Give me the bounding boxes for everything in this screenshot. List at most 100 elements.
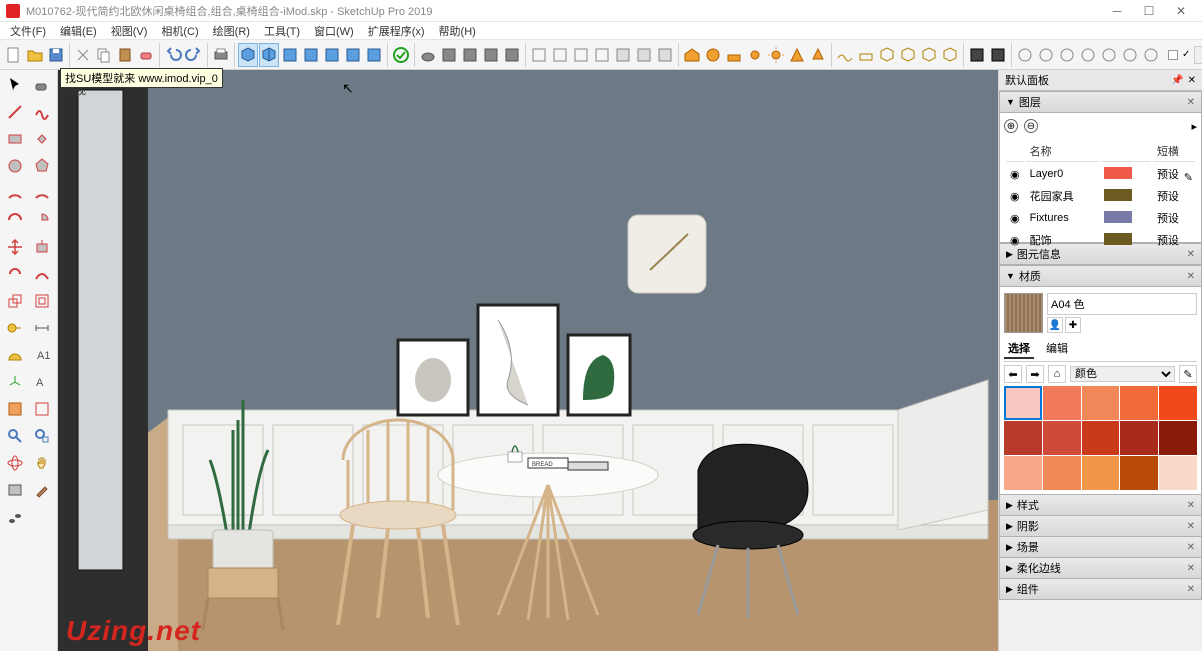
panel-styles-header[interactable]: ▶样式✕ (999, 494, 1202, 516)
swatch[interactable] (1043, 421, 1081, 455)
swatch[interactable] (1043, 386, 1081, 420)
panel-close-icon[interactable]: ✕ (1187, 271, 1195, 282)
walk-tool[interactable] (2, 504, 28, 530)
text-tool[interactable]: A1 (29, 342, 55, 368)
tool-copy[interactable] (94, 43, 114, 67)
tool-save[interactable] (46, 43, 66, 67)
freehand-tool[interactable] (29, 99, 55, 125)
cube-wire-4-icon[interactable] (940, 43, 960, 67)
warehouse-3-icon[interactable] (724, 43, 744, 67)
orbit-tool[interactable] (2, 450, 28, 476)
swatch[interactable] (1159, 386, 1197, 420)
panel-materials-header[interactable]: ▼ 材质 ✕ (999, 265, 1202, 287)
zoom-extents-tool[interactable] (29, 423, 55, 449)
maximize-button[interactable]: ☐ (1134, 2, 1164, 20)
tab-select[interactable]: 选择 (1004, 339, 1034, 359)
dimension-tool[interactable] (29, 315, 55, 341)
swatch[interactable] (1082, 421, 1120, 455)
minimize-button[interactable]: ─ (1102, 2, 1132, 20)
pan-tool[interactable] (29, 450, 55, 476)
mat-back-icon[interactable]: ⬅ (1004, 365, 1022, 383)
sun-icon[interactable] (745, 43, 765, 67)
style-back-icon[interactable] (550, 43, 570, 67)
panel-layers-header[interactable]: ▼ 图层 ✕ (999, 91, 1202, 113)
material-thumb[interactable] (1004, 293, 1043, 333)
swatch[interactable] (1082, 456, 1120, 490)
layer-row[interactable]: ◉花园家具预设 (1006, 186, 1195, 206)
axes-tool[interactable] (2, 369, 28, 395)
scale-tool[interactable] (2, 288, 28, 314)
tool-new[interactable] (4, 43, 24, 67)
material-display-icon[interactable]: 👤 (1047, 317, 1063, 333)
layer-row[interactable]: ◉配饰预设 (1006, 230, 1195, 250)
select-tool[interactable] (2, 72, 28, 98)
swatch[interactable] (1120, 456, 1158, 490)
menu-extensions[interactable]: 扩展程序(x) (362, 22, 431, 40)
menu-edit[interactable]: 编辑(E) (54, 22, 103, 40)
panel-components-header[interactable]: ▶组件✕ (999, 578, 1202, 600)
section-tool[interactable] (2, 396, 28, 422)
section2-tool[interactable] (29, 396, 55, 422)
line-tool[interactable] (2, 99, 28, 125)
view-iso-1[interactable] (238, 43, 258, 67)
mat-eyedrop-icon[interactable]: ✎ (1179, 365, 1197, 383)
style-tex-icon[interactable] (634, 43, 654, 67)
look-tool[interactable] (29, 504, 55, 530)
swatch[interactable] (1004, 421, 1042, 455)
sphere-3-icon[interactable] (1057, 43, 1077, 67)
material-category[interactable]: 颜色 (1070, 366, 1175, 382)
move-tool[interactable] (2, 234, 28, 260)
menu-draw[interactable]: 绘图(R) (207, 22, 256, 40)
sphere-5-icon[interactable] (1099, 43, 1119, 67)
sphere-7-icon[interactable] (1141, 43, 1161, 67)
view-right[interactable] (322, 43, 342, 67)
style-mono-icon[interactable] (655, 43, 675, 67)
protractor-tool[interactable] (2, 342, 28, 368)
ext-4-icon[interactable] (502, 43, 522, 67)
menu-camera[interactable]: 相机(C) (155, 22, 204, 40)
sun-2-icon[interactable] (766, 43, 786, 67)
viewport[interactable]: BREAD 亮点 (58, 70, 998, 651)
cube-wire-2-icon[interactable] (898, 43, 918, 67)
menu-help[interactable]: 帮助(H) (433, 22, 482, 40)
tool-open[interactable] (25, 43, 45, 67)
eraser-tool[interactable] (29, 72, 55, 98)
style-shade-icon[interactable] (613, 43, 633, 67)
remove-layer-button[interactable]: ⊖ (1024, 119, 1038, 133)
style-wire-icon[interactable] (571, 43, 591, 67)
offset-tool[interactable] (29, 288, 55, 314)
tool-redo[interactable] (184, 43, 204, 67)
swatch[interactable] (1004, 386, 1042, 420)
style-xray-icon[interactable] (529, 43, 549, 67)
material-create-icon[interactable]: ✚ (1065, 317, 1081, 333)
pushpull-tool[interactable] (29, 234, 55, 260)
tray-pin-icon[interactable]: 📌 (1171, 75, 1183, 86)
layer-row[interactable]: ◉Layer0预设 (1006, 164, 1195, 184)
cube-wire-3-icon[interactable] (919, 43, 939, 67)
view-back[interactable] (343, 43, 363, 67)
swatch[interactable] (1120, 421, 1158, 455)
make-component-tool[interactable] (2, 477, 28, 503)
view-top[interactable] (280, 43, 300, 67)
pencil-icon[interactable]: ✎ (1184, 171, 1193, 184)
sphere-2-icon[interactable] (1036, 43, 1056, 67)
validity-icon[interactable] (391, 43, 411, 67)
add-layer-button[interactable]: ⊕ (1004, 119, 1018, 133)
pie-tool[interactable] (29, 207, 55, 233)
warehouse-1-icon[interactable] (682, 43, 702, 67)
panel-soften-header[interactable]: ▶柔化边线✕ (999, 557, 1202, 579)
view-iso-2[interactable] (259, 43, 279, 67)
panel-close-icon[interactable]: ✕ (1187, 97, 1195, 108)
menu-tools[interactable]: 工具(T) (258, 22, 306, 40)
tape-tool[interactable] (2, 315, 28, 341)
tool-cut[interactable] (73, 43, 93, 67)
menu-file[interactable]: 文件(F) (4, 22, 52, 40)
arc-tool[interactable] (2, 180, 28, 206)
close-button[interactable]: ✕ (1166, 2, 1196, 20)
swatch[interactable] (1120, 386, 1158, 420)
teapot-icon[interactable] (418, 43, 438, 67)
followme-tool[interactable] (29, 261, 55, 287)
tool-print[interactable] (211, 43, 231, 67)
sandbox-2-icon[interactable] (856, 43, 876, 67)
view-left[interactable] (364, 43, 384, 67)
